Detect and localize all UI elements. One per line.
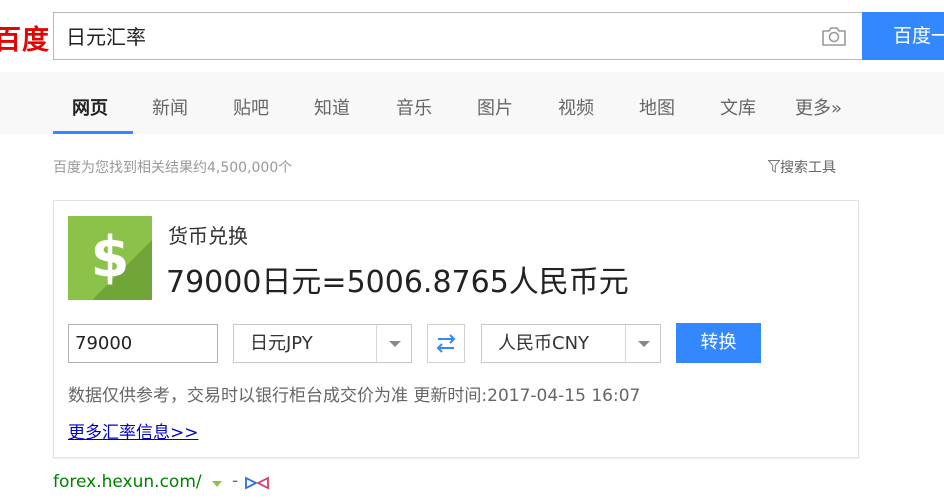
tab-wenku[interactable]: 文库 <box>720 94 756 120</box>
nav-bar: 网页 新闻 贴吧 知道 音乐 图片 视频 地图 文库 更多» <box>0 72 944 134</box>
result-count: 百度为您找到相关结果约4,500,000个 <box>53 160 293 176</box>
search-tools-label: 搜索工具 <box>780 160 836 176</box>
conversion-result: 79000日元=5006.8765人民币元 <box>166 265 629 300</box>
to-currency-value: 人民币CNY <box>498 333 590 354</box>
tab-zhidao[interactable]: 知道 <box>314 94 350 120</box>
swap-currency-button[interactable] <box>427 324 465 363</box>
active-tab-indicator <box>53 131 133 134</box>
from-currency-select[interactable]: 日元JPY <box>233 324 412 363</box>
search-box[interactable]: 日元汇率 <box>53 12 862 60</box>
amount-input[interactable]: 79000 <box>68 324 218 363</box>
source-url[interactable]: forex.hexun.com/ <box>53 472 202 492</box>
dollar-icon: $ <box>68 216 152 300</box>
converter-title: 货币兑换 <box>168 224 248 248</box>
convert-button[interactable]: 转换 <box>676 323 761 363</box>
disclaimer-note: 数据仅供参考，交易时以银行柜台成交价为准 更新时间:2017-04-15 16:… <box>68 386 641 406</box>
currency-converter-card: $ 货币兑换 79000日元=5006.8765人民币元 79000 日元JPY… <box>53 200 859 458</box>
tab-map[interactable]: 地图 <box>639 94 675 120</box>
tab-tieba[interactable]: 贴吧 <box>233 94 269 120</box>
tab-more[interactable]: 更多» <box>795 94 842 120</box>
to-currency-select[interactable]: 人民币CNY <box>481 324 661 363</box>
swap-icon <box>436 334 456 353</box>
tab-images[interactable]: 图片 <box>477 94 513 120</box>
tab-video[interactable]: 视频 <box>558 94 594 120</box>
chevron-down-icon <box>389 341 401 347</box>
search-tools-button[interactable]: 搜索工具 <box>767 157 836 177</box>
tab-music[interactable]: 音乐 <box>396 94 432 120</box>
search-input[interactable]: 日元汇率 <box>66 21 146 50</box>
camera-icon[interactable] <box>820 24 848 48</box>
dollar-sign: $ <box>90 225 130 290</box>
tab-news[interactable]: 新闻 <box>152 94 188 120</box>
chevron-down-icon <box>638 341 650 347</box>
separator-dash: - <box>232 471 239 491</box>
from-currency-value: 日元JPY <box>250 333 313 354</box>
baidu-logo[interactable]: 百度 <box>0 18 50 57</box>
search-button[interactable]: 百度一 <box>862 12 944 60</box>
tab-web[interactable]: 网页 <box>72 94 108 120</box>
filter-icon <box>767 160 781 173</box>
more-rates-link[interactable]: 更多汇率信息>> <box>68 418 199 443</box>
bow-tie-icon[interactable] <box>244 475 270 491</box>
dropdown-arrow-icon[interactable] <box>212 481 222 487</box>
